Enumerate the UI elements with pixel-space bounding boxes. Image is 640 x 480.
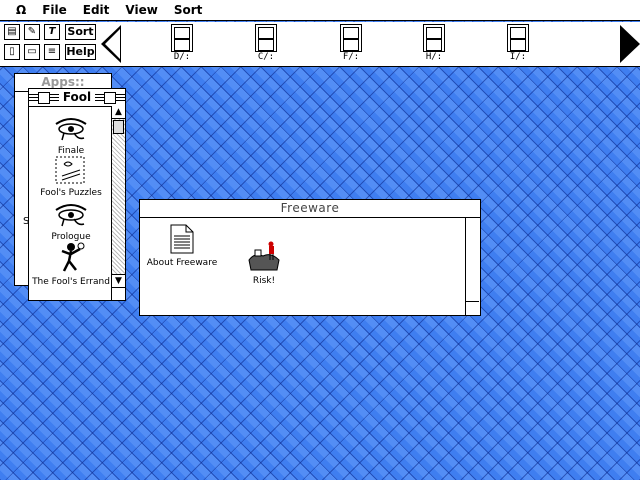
disk-icon-button[interactable]: ▤ xyxy=(4,24,20,40)
list-item[interactable]: The Fool's Errand xyxy=(29,241,113,288)
vertical-scrollbar[interactable]: ▲ ▼ xyxy=(111,106,125,300)
resize-grow-box-icon[interactable] xyxy=(112,287,125,300)
file-cabinet-icon xyxy=(340,24,362,52)
menu-bar: Ω File Edit View Sort xyxy=(0,0,640,21)
drive-c[interactable]: C/: xyxy=(246,24,286,63)
scroll-down-arrow-icon[interactable]: ▼ xyxy=(112,274,125,287)
menu-view[interactable]: View xyxy=(117,0,165,20)
file-cabinet-icon xyxy=(423,24,445,52)
scroll-thumb[interactable] xyxy=(113,120,124,134)
drive-label: C/: xyxy=(257,52,275,62)
scroll-right-arrow-icon[interactable] xyxy=(620,25,640,63)
list-item[interactable]: Risk! xyxy=(242,240,286,287)
item-label: About Freeware xyxy=(146,258,218,268)
fool-window[interactable]: Fool Finale Fool's Puzzles Prologue The … xyxy=(28,88,126,301)
zoom-box-icon[interactable] xyxy=(104,92,116,104)
file-cabinet-icon xyxy=(255,24,277,52)
freeware-window[interactable]: Freeware About Freeware Risk! xyxy=(139,199,481,316)
document-icon xyxy=(170,224,194,254)
file-cabinet-icon xyxy=(171,24,193,52)
drive-h[interactable]: H/: xyxy=(414,24,454,63)
vertical-scrollbar[interactable] xyxy=(465,217,480,315)
scroll-left-arrow-icon[interactable] xyxy=(101,25,121,63)
freeware-window-title[interactable]: Freeware xyxy=(140,200,480,218)
help-button[interactable]: Help xyxy=(65,44,96,60)
folder-icon-button[interactable]: ▭ xyxy=(24,44,40,60)
list-item[interactable]: Prologue xyxy=(31,202,111,243)
fool-figure-icon xyxy=(61,242,85,272)
drive-f[interactable]: F/: xyxy=(331,24,371,63)
scroll-track[interactable] xyxy=(112,119,125,274)
drive-d[interactable]: D/: xyxy=(162,24,202,63)
drive-label: F/: xyxy=(342,52,360,62)
drive-label: I/: xyxy=(509,52,527,62)
sort-button[interactable]: Sort xyxy=(65,24,96,40)
document-icon-button[interactable]: ≡ xyxy=(44,44,60,60)
menu-sort[interactable]: Sort xyxy=(166,0,211,20)
menu-edit[interactable]: Edit xyxy=(75,0,118,20)
list-item[interactable]: About Freeware xyxy=(144,224,220,269)
scroll-up-arrow-icon[interactable]: ▲ xyxy=(112,106,125,119)
launcher-toolbar: ▤ ✎ T Sort ▯ ▭ ≡ Help D/: C/: F/: H/: I/… xyxy=(0,22,640,67)
close-box-icon[interactable] xyxy=(38,92,50,104)
trash-icon-button[interactable]: ▯ xyxy=(4,44,20,60)
edit-icon-button[interactable]: ✎ xyxy=(24,24,40,40)
item-label: The Fool's Errand xyxy=(32,277,110,287)
item-label: Fool's Puzzles xyxy=(40,188,102,198)
risk-game-icon xyxy=(248,241,280,271)
eye-of-horus-icon xyxy=(55,204,87,227)
drive-i[interactable]: I/: xyxy=(498,24,538,63)
fool-window-title: Fool xyxy=(58,90,96,104)
apple-menu[interactable]: Ω xyxy=(0,0,34,20)
puzzle-icon xyxy=(55,156,85,184)
item-label: Risk! xyxy=(252,276,276,286)
list-item[interactable]: Fool's Puzzles xyxy=(31,156,111,199)
menu-file[interactable]: File xyxy=(34,0,75,20)
drive-label: H/: xyxy=(425,52,443,62)
eye-of-horus-icon xyxy=(55,118,87,141)
font-icon-button[interactable]: T xyxy=(44,24,60,40)
drive-label: D/: xyxy=(173,52,191,62)
list-item[interactable]: Finale xyxy=(31,116,111,157)
resize-grow-box-icon[interactable] xyxy=(466,301,479,315)
file-cabinet-icon xyxy=(507,24,529,52)
